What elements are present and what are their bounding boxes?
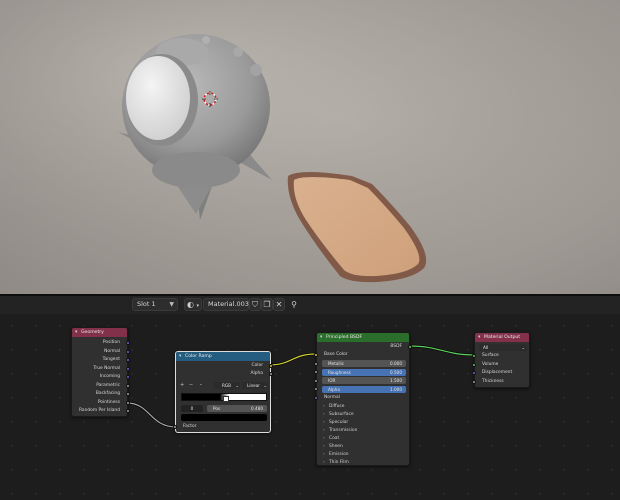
geometry-socket[interactable] (126, 366, 130, 371)
geometry-node-title: Geometry (72, 328, 127, 337)
normal-input: Normal (324, 395, 340, 400)
material-output-title: Material Output (475, 333, 529, 342)
chevron-down-icon: ▼ (169, 301, 174, 308)
bsdf-field-ior[interactable]: IOR 1.500 (322, 377, 406, 384)
geometry-socket[interactable] (126, 400, 130, 405)
geometry-output-position: Position (102, 340, 120, 345)
unlink-button[interactable]: ✕ (273, 298, 285, 311)
geometry-node[interactable]: Geometry Position Normal Tangent True Norma… (71, 327, 130, 417)
panel-subsurface[interactable]: Subsurface (323, 411, 354, 419)
bsdf-field-metallic[interactable]: Metallic 0.000 (322, 360, 406, 367)
fake-user-button[interactable]: ⛉ (249, 298, 261, 311)
geometry-output-parametric: Parametric (96, 382, 120, 388)
panel-transmission[interactable]: Transmission (323, 427, 357, 435)
ramp-output-alpha: Alpha (250, 371, 263, 376)
ramp-stop-handle[interactable] (223, 396, 229, 402)
bsdf-field-socket[interactable] (314, 387, 318, 391)
output-input-surface: Surface (482, 353, 499, 358)
bsdf-output-socket[interactable] (408, 345, 412, 349)
geometry-output-pointiness: Pointiness (97, 399, 120, 405)
bsdf-field-roughness[interactable]: Roughness 0.500 (322, 368, 406, 376)
ramp-interpolation-dropdown[interactable]: Linear ⌄ (242, 382, 268, 389)
node-editor-header: Slot 1 ▼ ◐ ▾ Material.003 ⛉ ❐ ✕ ⚲ (0, 296, 620, 314)
add-stop-button[interactable]: + (180, 382, 184, 388)
output-socket[interactable] (472, 354, 476, 358)
ramp-alpha-socket[interactable] (269, 372, 273, 376)
ramp-color-swatch[interactable] (181, 414, 267, 421)
geometry-socket[interactable] (126, 409, 130, 413)
close-icon: ✕ (275, 300, 283, 309)
ramp-input-factor: Factor (183, 424, 197, 429)
bsdf-output: BSDF (390, 344, 402, 349)
geometry-output-tangent: Tangent (102, 357, 120, 362)
remove-stop-button[interactable]: − (189, 382, 193, 388)
blender-window: Slot 1 ▼ ◐ ▾ Material.003 ⛉ ❐ ✕ ⚲ Geomet… (0, 0, 620, 500)
geometry-socket[interactable] (126, 375, 130, 379)
color-ramp-node[interactable]: Color Ramp Color Alpha + − ⌄ RGB⌄ Linear… (173, 351, 273, 433)
principled-bsdf-node[interactable]: Principled BSDF BSDF Base Color Metallic… (314, 332, 412, 467)
ramp-color-socket[interactable] (269, 364, 273, 368)
ramp-toolbar: + − ⌄ RGB ⌄ Linear ⌄ (180, 382, 268, 390)
bsdf-field-alpha[interactable]: Alpha 1.000 (322, 385, 406, 393)
output-input-volume: Volume (482, 361, 499, 367)
geometry-output-incoming: Incoming (99, 374, 120, 379)
material-name-field[interactable]: Material.003 (203, 298, 249, 311)
ramp-output-color: Color (251, 363, 263, 368)
geometry-socket[interactable] (126, 383, 130, 388)
base-color-input: Base Color (324, 352, 348, 357)
ramp-pos-field[interactable]: Pos 0.480 (207, 405, 267, 412)
material-name: Material.003 (208, 300, 249, 308)
slot-label: Slot 1 (137, 300, 156, 308)
3d-viewport[interactable] (0, 0, 620, 294)
slot-dropdown[interactable]: Slot 1 ▼ (132, 298, 178, 311)
geometry-output-true-normal: True Normal (93, 365, 120, 371)
ramp-stop-index[interactable]: 0 (181, 405, 203, 412)
duplicate-button[interactable]: ❐ (261, 298, 273, 311)
shield-icon: ⛉ (252, 300, 258, 309)
panel-emission[interactable]: Emission (323, 451, 349, 459)
panel-specular[interactable]: Specular (323, 419, 348, 427)
material-output-node[interactable]: Material Output All⌄ Surface Volume Displa… (472, 332, 530, 388)
copy-icon: ❐ (263, 300, 271, 309)
chevron-down-icon: ▾ (196, 303, 200, 309)
panel-thin-film[interactable]: Thin Film (323, 459, 349, 467)
viewport-render (0, 0, 620, 294)
geometry-socket[interactable] (126, 392, 130, 396)
output-input-thickness: Thickness (482, 378, 504, 384)
chevron-down-icon[interactable]: ⌄ (199, 382, 203, 387)
principled-node-title: Principled BSDF (317, 333, 409, 342)
output-socket[interactable] (472, 379, 476, 384)
color-ramp-node-title: Color Ramp (176, 352, 270, 361)
output-socket[interactable] (472, 371, 476, 375)
panel-coat[interactable]: Coat (323, 435, 339, 443)
panel-sheen[interactable]: Sheen (323, 443, 343, 451)
panel-diffuse[interactable]: Diffuse (323, 403, 344, 411)
geometry-socket[interactable] (126, 349, 130, 354)
ramp-factor-socket[interactable] (173, 425, 177, 429)
geometry-output-random-per-island: Random Per Island (78, 408, 120, 413)
material-sphere-icon: ◐ (186, 300, 194, 309)
base-color-socket[interactable] (314, 353, 318, 357)
pin-icon: ⚲ (291, 300, 297, 309)
output-input-displacement: Displacement (482, 370, 513, 375)
geometry-output-backfacing: Backfacing (95, 391, 120, 396)
bsdf-field-socket[interactable] (314, 370, 318, 374)
geometry-socket[interactable] (126, 341, 130, 345)
bsdf-field-socket[interactable] (314, 361, 318, 366)
material-browse-button[interactable]: ◐ ▾ (184, 298, 202, 311)
output-target-dropdown[interactable]: All ⌄ (479, 344, 527, 351)
geometry-output-normal: Normal (104, 348, 120, 354)
pin-button[interactable]: ⚲ (288, 298, 300, 311)
normal-socket[interactable] (314, 396, 318, 400)
geometry-socket[interactable] (126, 358, 130, 362)
bsdf-field-socket[interactable] (314, 378, 318, 383)
ramp-mode-dropdown[interactable]: RGB ⌄ (214, 382, 240, 389)
output-socket[interactable] (472, 362, 476, 367)
